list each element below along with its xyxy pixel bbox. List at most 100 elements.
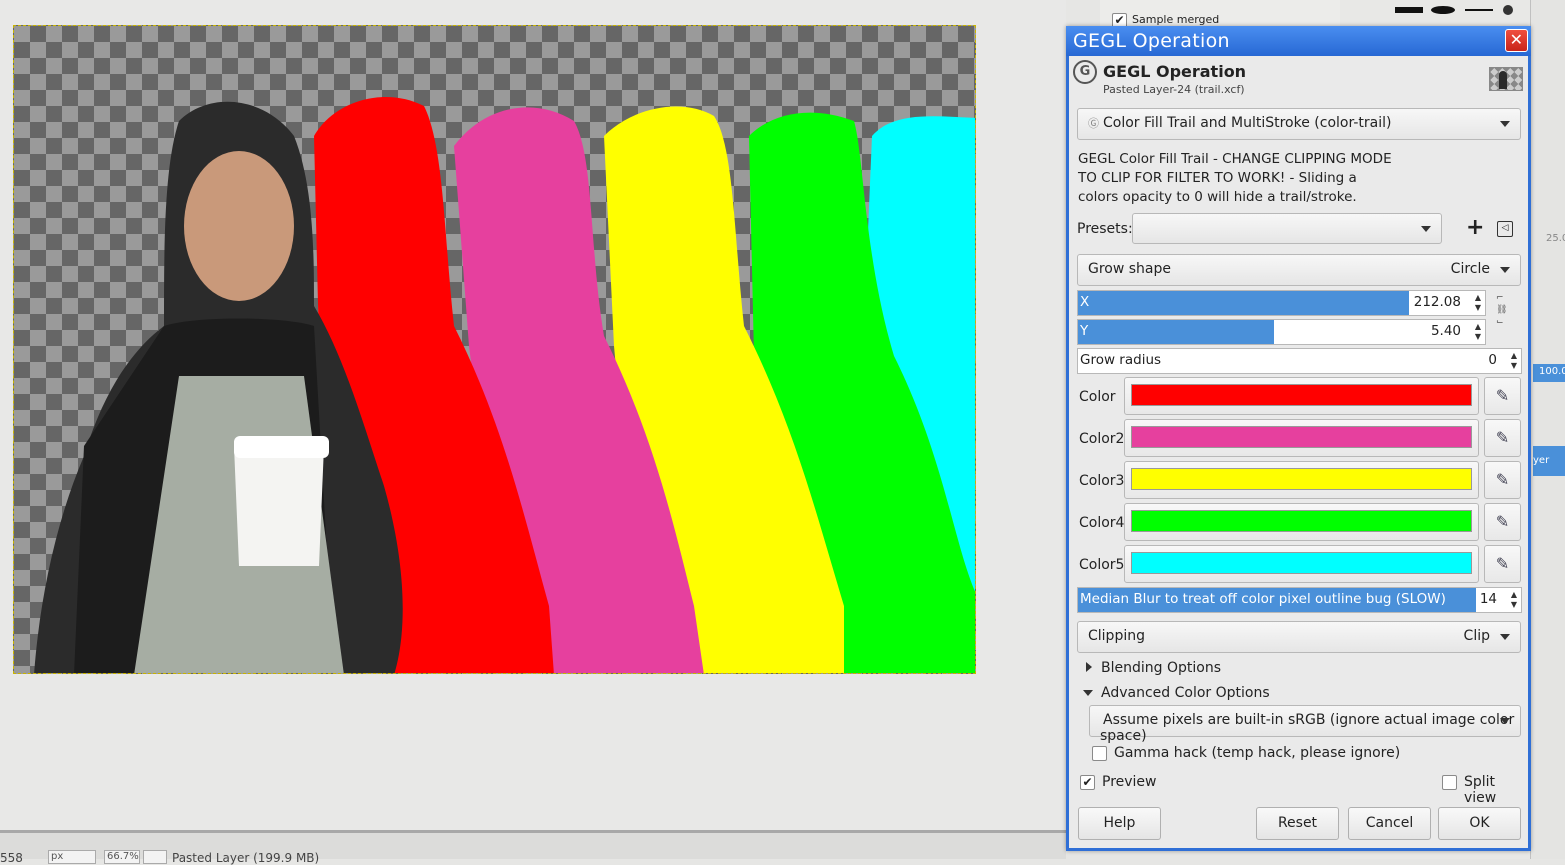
y-label: Y [1080, 323, 1089, 339]
clipping-label: Clipping [1088, 628, 1145, 644]
srgb-label: Assume pixels are built-in sRGB (ignore … [1100, 712, 1515, 744]
x-label: X [1080, 294, 1090, 310]
presets-select[interactable] [1132, 213, 1442, 244]
grow-radius-label: Grow radius [1080, 352, 1162, 368]
dock-layer-item[interactable]: yer [1533, 446, 1565, 476]
dialog-titlebar[interactable]: GEGL Operation ✕ [1066, 26, 1531, 56]
color-5-button[interactable] [1124, 545, 1479, 583]
blending-options-expander[interactable]: Blending Options [1086, 660, 1221, 676]
color-3-button[interactable] [1124, 461, 1479, 499]
color-1-label: Color [1079, 389, 1116, 405]
median-blur-slider[interactable]: Median Blur to treat off color pixel out… [1077, 587, 1522, 613]
layer-thumbnail [1489, 67, 1523, 91]
color-2-picker[interactable]: ✎ [1484, 419, 1521, 457]
clipping-value: Clip [1463, 628, 1490, 644]
zoom-dropdown[interactable] [143, 850, 167, 864]
eyedropper-icon: ✎ [1495, 470, 1510, 489]
dialog-header-title: GEGL Operation [1103, 62, 1247, 81]
image-canvas[interactable] [13, 25, 976, 674]
right-dock: 25.0 100.0 yer [1530, 0, 1565, 859]
color-4-button[interactable] [1124, 503, 1479, 541]
trail-image [34, 97, 975, 673]
unit-select[interactable]: px [48, 850, 96, 864]
zoom-select[interactable]: 66.7% [104, 850, 140, 864]
color-2-swatch [1131, 426, 1472, 448]
median-blur-value[interactable]: 14 [1480, 591, 1497, 607]
eyedropper-icon: ✎ [1495, 386, 1510, 405]
reset-button[interactable]: Reset [1256, 807, 1339, 840]
median-blur-label: Median Blur to treat off color pixel out… [1080, 591, 1446, 607]
chevron-down-icon [1500, 267, 1510, 273]
color-2-button[interactable] [1124, 419, 1479, 457]
status-bar: 558 px 66.7% Pasted Layer (199.9 MB) [0, 830, 1066, 865]
y-slider-fill [1078, 320, 1274, 344]
x-value[interactable]: 212.08 [1414, 294, 1461, 310]
sample-merged-label: Sample merged [1132, 13, 1220, 26]
median-blur-spin-arrows[interactable]: ▲ ▼ [1511, 590, 1517, 610]
color-3-picker[interactable]: ✎ [1484, 461, 1521, 499]
close-button[interactable]: ✕ [1505, 29, 1528, 52]
color-1-swatch [1131, 384, 1472, 406]
color-1-picker[interactable]: ✎ [1484, 377, 1521, 415]
grow-shape-value: Circle [1450, 261, 1490, 277]
clipping-select[interactable]: Clipping Clip [1077, 621, 1521, 653]
y-value[interactable]: 5.40 [1431, 323, 1461, 339]
chevron-down-icon [1500, 718, 1510, 724]
y-slider[interactable]: Y 5.40 ▲ ▼ [1077, 319, 1486, 345]
grow-shape-select[interactable]: Grow shape Circle [1077, 254, 1521, 286]
grow-radius-slider[interactable]: Grow radius 0 ▲ ▼ [1077, 348, 1522, 374]
eyedropper-icon: ✎ [1495, 512, 1510, 531]
color-4-picker[interactable]: ✎ [1484, 503, 1521, 541]
grow-shape-label: Grow shape [1088, 261, 1172, 277]
gegl-icon: G [1073, 60, 1097, 84]
dock-value-25: 25.0 [1546, 233, 1565, 244]
chevron-down-icon [1421, 226, 1431, 232]
chevron-right-icon [1086, 662, 1092, 672]
color-4-swatch [1131, 510, 1472, 532]
layer-info: Pasted Layer (199.9 MB) [172, 851, 320, 865]
plus-icon[interactable]: + [1466, 215, 1484, 240]
gamma-hack-label: Gamma hack (temp hack, please ignore) [1114, 745, 1401, 761]
color-5-label: Color5 [1079, 557, 1125, 573]
color-3-label: Color3 [1079, 473, 1125, 489]
dock-value-100[interactable]: 100.0 [1533, 364, 1565, 382]
dialog-window-title: GEGL Operation [1073, 30, 1230, 52]
blending-options-label: Blending Options [1101, 660, 1221, 676]
eyedropper-icon: ✎ [1495, 428, 1510, 447]
advanced-color-expander[interactable]: Advanced Color Options [1083, 685, 1270, 701]
y-spin-arrows[interactable]: ▲ ▼ [1475, 322, 1481, 342]
chevron-down-icon [1500, 121, 1510, 127]
gegl-small-icon: Ⓖ [1088, 117, 1099, 130]
srgb-select[interactable]: Assume pixels are built-in sRGB (ignore … [1089, 705, 1521, 744]
preview-label: Preview [1102, 774, 1157, 790]
grow-radius-value[interactable]: 0 [1488, 352, 1497, 368]
split-view-label: Split view [1464, 774, 1497, 806]
split-view-checkbox[interactable] [1442, 775, 1457, 790]
cancel-button[interactable]: Cancel [1348, 807, 1431, 840]
gegl-operation-dialog: GEGL Operation ✕ G GEGL Operation Pasted… [1066, 26, 1531, 851]
x-slider[interactable]: X 212.08 ▲ ▼ [1077, 290, 1486, 316]
grow-radius-spin-arrows[interactable]: ▲ ▼ [1511, 351, 1517, 371]
eyedropper-icon: ✎ [1495, 554, 1510, 573]
gamma-hack-checkbox[interactable] [1092, 746, 1107, 761]
dialog-header-subtitle: Pasted Layer-24 (trail.xcf) [1103, 83, 1245, 96]
chevron-down-icon [1500, 634, 1510, 640]
preview-checkbox[interactable]: ✔ [1080, 775, 1095, 790]
menu-icon[interactable]: ◁ [1497, 221, 1513, 237]
color-2-label: Color2 [1079, 431, 1125, 447]
ok-button[interactable]: OK [1438, 807, 1521, 840]
chain-link-icon[interactable]: ⌐ ⛓ ⌙ [1496, 292, 1508, 342]
help-button[interactable]: Help [1078, 807, 1161, 840]
operation-description: GEGL Color Fill Trail - CHANGE CLIPPING … [1078, 151, 1392, 205]
image-canvas-area[interactable] [0, 0, 1066, 830]
advanced-color-label: Advanced Color Options [1101, 685, 1270, 701]
color-1-button[interactable] [1124, 377, 1479, 415]
chevron-down-icon [1083, 690, 1093, 696]
color-5-swatch [1131, 552, 1472, 574]
x-slider-fill [1078, 291, 1409, 315]
color-3-swatch [1131, 468, 1472, 490]
color-5-picker[interactable]: ✎ [1484, 545, 1521, 583]
operation-select[interactable]: Ⓖ Color Fill Trail and MultiStroke (color… [1077, 108, 1521, 140]
x-spin-arrows[interactable]: ▲ ▼ [1475, 293, 1481, 313]
color-4-label: Color4 [1079, 515, 1125, 531]
